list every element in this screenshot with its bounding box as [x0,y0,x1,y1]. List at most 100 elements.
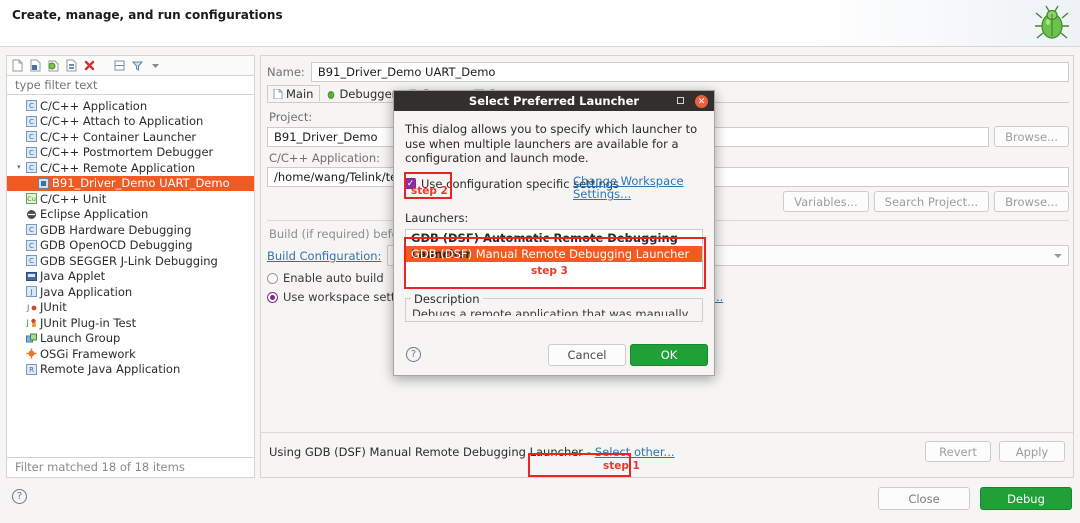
tab-debugger[interactable]: Debugger [320,85,403,102]
chevron-down-icon [1054,254,1062,258]
apply-button[interactable]: Apply [999,441,1065,462]
collapse-all-icon[interactable] [112,58,127,73]
tree-item-selected[interactable]: B91_Driver_Demo UART_Demo [7,175,254,191]
description-group-text: Debugs a remote application that was man… [412,306,689,316]
filter-status: Filter matched 18 of 18 items [6,458,255,478]
tree-item[interactable]: C GDB SEGGER J-Link Debugging [7,253,254,269]
tree-item[interactable]: Eclipse Application [7,207,254,223]
tree-item-label: Java Application [40,284,133,299]
bottom-buttons: Close Debug [878,487,1072,510]
launchers-list[interactable]: GDB (DSF) Automatic Remote Debugging Lau… [405,228,703,289]
editor-footer: Using GDB (DSF) Manual Remote Debugging … [261,432,1073,477]
tree-item[interactable]: Java Applet [7,269,254,285]
tree-item-label: GDB OpenOCD Debugging [40,238,193,253]
tree-item[interactable]: C C/C++ Application [7,98,254,114]
view-menu-icon[interactable] [148,58,163,73]
annotation-label-step-2: step 2 [411,185,448,197]
tree-item[interactable]: J JUnit Plug-in Test [7,315,254,331]
c-app-icon: C [26,115,40,127]
header-bar: Create, manage, and run configurations [0,0,1080,47]
select-preferred-launcher-dialog: Select Preferred Launcher ✕ This dialog … [393,90,715,376]
annotation-label-step-3: step 3 [531,265,568,277]
dialog-description: This dialog allows you to specify which … [405,122,698,165]
cancel-button[interactable]: Cancel [548,344,626,366]
revert-button[interactable]: Revert [925,441,991,462]
tree-item-label: Java Applet [40,269,106,284]
tab-main[interactable]: Main [267,85,321,102]
use-config-specific-row: ✓ Use configuration specific settings Ch… [405,174,703,205]
search-project-button[interactable]: Search Project... [873,191,990,212]
tree-item[interactable]: Cu C/C++ Unit [7,191,254,207]
dialog-bottom-bar: ? Close Debug [0,479,1080,523]
tree-item[interactable]: J JUnit [7,300,254,316]
dialog-title: Select Preferred Launcher [468,94,640,108]
launch-group-icon [26,333,40,344]
duplicate-icon[interactable] [64,58,79,73]
svg-text:C: C [29,257,34,265]
tree-item[interactable]: C C/C++ Container Launcher [7,129,254,145]
tab-label: Main [286,86,314,101]
name-input[interactable] [310,62,1069,82]
java-applet-icon [26,271,40,282]
tree-item-label: JUnit Plug-in Test [40,315,137,330]
tree-item[interactable]: C GDB OpenOCD Debugging [7,238,254,254]
new-config-icon[interactable] [10,58,25,73]
tree-item[interactable]: Launch Group [7,331,254,347]
debug-button[interactable]: Debug [980,487,1072,510]
filter-icon[interactable] [130,58,145,73]
svg-text:C: C [29,118,34,126]
variables-button[interactable]: Variables... [783,191,869,212]
build-configuration-link[interactable]: Build Configuration: [267,249,381,263]
gdb-icon: C [26,224,40,236]
debugger-tab-icon [325,88,336,99]
tree-item-label: Launch Group [40,331,121,346]
launcher-item-selected[interactable]: GDB (DSF) Manual Remote Debugging Launch… [406,245,702,262]
change-workspace-settings-link[interactable]: Change Workspace Settings... [573,174,689,202]
gdb-icon: C [26,255,40,267]
svg-text:C: C [29,242,34,250]
ok-button[interactable]: OK [630,344,708,366]
tree-item-label: C/C++ Remote Application [40,160,196,175]
svg-text:R: R [29,366,34,374]
svg-text:C: C [29,133,34,141]
junit-icon: J [26,302,40,313]
gdb-icon: C [26,239,40,251]
c-app-icon: C [26,100,40,112]
configurations-toolbar [6,55,255,75]
tree-item-label: GDB Hardware Debugging [40,222,192,237]
select-other-link[interactable]: Select other... [595,445,675,459]
tree-item[interactable]: OSGi Framework [7,346,254,362]
tree-item-label: GDB SEGGER J-Link Debugging [40,253,218,268]
svg-text:J: J [26,303,29,312]
maximize-icon[interactable] [677,97,684,104]
tree-item[interactable]: C C/C++ Attach to Application [7,114,254,130]
application-browse-button[interactable]: Browse... [994,191,1069,212]
annotation-label-step-1: step 1 [603,460,640,472]
svg-text:C: C [29,149,34,157]
page-title: Create, manage, and run configurations [12,8,283,22]
help-icon[interactable]: ? [406,347,421,362]
close-icon[interactable]: ✕ [695,95,708,108]
new-prototype-icon[interactable] [28,58,43,73]
close-button[interactable]: Close [878,487,970,510]
help-icon[interactable]: ? [12,489,27,504]
tree-item[interactable]: C GDB Hardware Debugging [7,222,254,238]
tree-item[interactable]: ▾ C C/C++ Remote Application [7,160,254,176]
delete-icon[interactable] [82,58,97,73]
svg-text:C: C [29,226,34,234]
using-launcher-text: Using GDB (DSF) Manual Remote Debugging … [269,445,591,459]
name-label: Name: [267,65,305,79]
launcher-item[interactable]: GDB (DSF) Automatic Remote Debugging Lau… [406,230,702,261]
java-app-icon: J [26,286,40,298]
tree-item[interactable]: C C/C++ Postmortem Debugger [7,145,254,161]
export-icon[interactable] [46,58,61,73]
tab-label: Debugger [339,86,397,101]
configurations-tree[interactable]: C C/C++ Application C C/C++ Attach to Appli… [6,95,255,458]
tree-item[interactable]: R Remote Java Application [7,362,254,378]
svg-text:C: C [29,102,34,110]
project-browse-button[interactable]: Browse... [994,126,1069,147]
cunit-icon: Cu [26,193,40,205]
tree-item[interactable]: J Java Application [7,284,254,300]
twisty-expanded-icon[interactable]: ▾ [17,164,26,171]
filter-input[interactable] [6,75,255,95]
